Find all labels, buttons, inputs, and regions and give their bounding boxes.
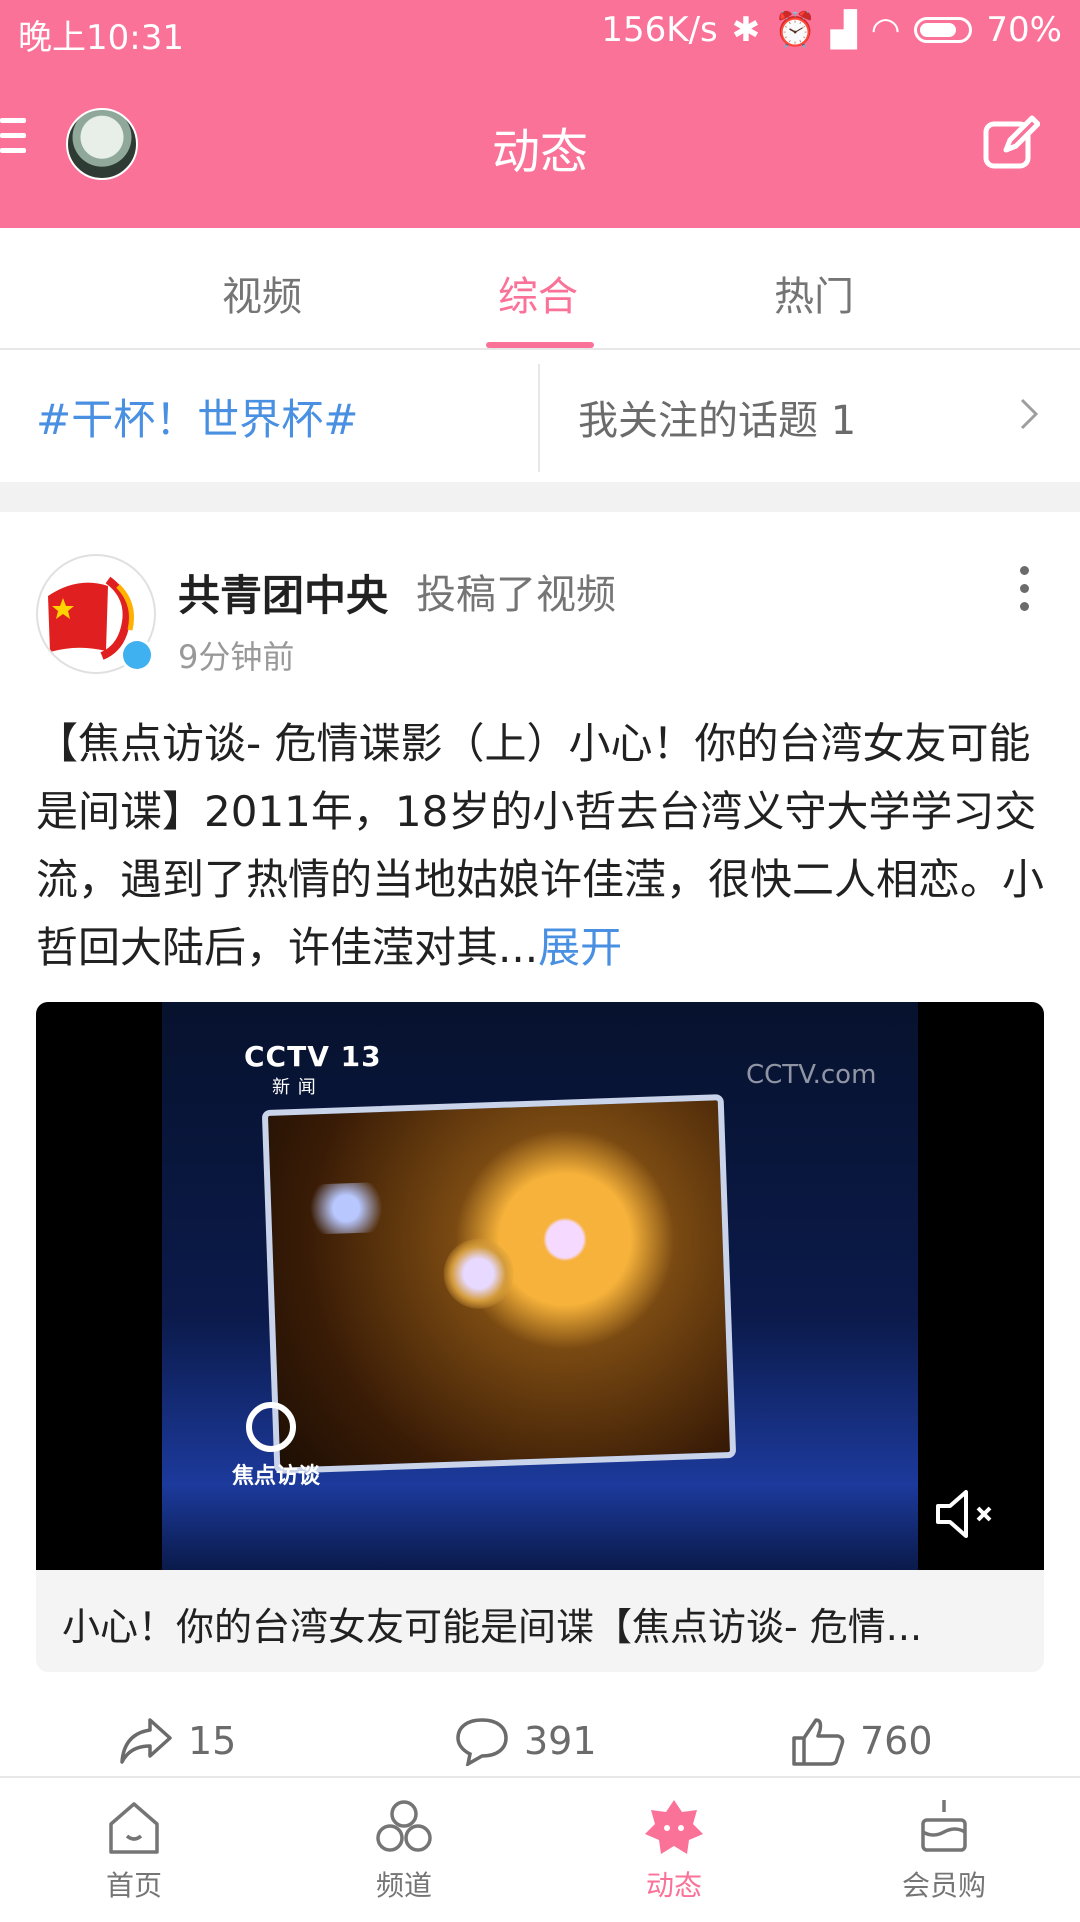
status-time: 晚上10:31	[18, 18, 184, 58]
comment-count: 391	[524, 1719, 597, 1763]
followed-topics-link[interactable]: 我关注的话题 1	[578, 388, 856, 446]
author-name[interactable]: 共青团中央	[178, 562, 388, 623]
page-title: 动态	[491, 124, 588, 180]
share-icon	[120, 1718, 172, 1764]
post-actions: 15 391 760	[0, 1716, 1080, 1776]
alarm-icon: ⏰	[774, 10, 817, 50]
verified-badge-icon	[120, 638, 154, 672]
video-title-bar[interactable]: 小心！你的台湾女友可能是间谍【焦点访谈- 危情...	[36, 1570, 1044, 1672]
expand-link[interactable]: 展开	[538, 923, 622, 972]
network-speed: 156K/s	[601, 10, 718, 50]
nav-dynamic-label: 动态	[645, 1869, 702, 1902]
nav-mall-label: 会员购	[901, 1869, 986, 1902]
app-header: 晚上10:31 156K/s ✱ ⏰ ▟ ◠ 70% 动态	[0, 0, 1080, 228]
tab-active-indicator	[486, 342, 594, 348]
battery-level: 70%	[986, 10, 1062, 50]
topic-divider	[538, 364, 540, 472]
home-icon	[109, 1802, 159, 1854]
signal-icon: ▟	[830, 10, 857, 50]
status-right: 156K/s ✱ ⏰ ▟ ◠ 70%	[601, 10, 1062, 50]
tab-video[interactable]: 视频	[222, 264, 302, 322]
chevron-right-icon[interactable]	[1014, 394, 1044, 434]
tab-hot[interactable]: 热门	[774, 264, 854, 322]
video-player[interactable]: CCTV 13 新 闻 CCTV.com 焦点访谈	[36, 1002, 1044, 1570]
comment-button[interactable]: 391	[454, 1716, 597, 1766]
channels-icon	[376, 1800, 432, 1852]
post-action: 投稿了视频	[416, 572, 616, 618]
thumbs-up-icon	[792, 1718, 845, 1766]
topic-row: #干杯！世界杯# 我关注的话题 1	[0, 350, 1080, 482]
cake-icon	[921, 1800, 967, 1852]
more-options-icon[interactable]	[1020, 566, 1030, 612]
bluetooth-icon: ✱	[731, 10, 761, 50]
post-body[interactable]: 【焦点访谈- 危情谍影（上）小心！你的台湾女友可能是间谍】2011年，18岁的小…	[36, 710, 1046, 982]
tab-bar: 视频 综合 热门	[0, 228, 1080, 350]
comment-icon	[456, 1718, 508, 1766]
edit-icon[interactable]	[982, 114, 1040, 172]
nav-home[interactable]: 首页	[54, 1796, 214, 1904]
share-count: 15	[188, 1719, 237, 1763]
like-button[interactable]: 760	[790, 1716, 933, 1766]
post-time: 9分钟前	[178, 638, 295, 676]
mute-icon[interactable]	[934, 1486, 1000, 1542]
program-logo: 焦点访谈	[232, 1402, 320, 1490]
nav-dynamic[interactable]: 动态	[594, 1796, 754, 1904]
nav-channels[interactable]: 频道	[324, 1796, 484, 1904]
bottom-nav: 首页 频道 动态 会员购	[0, 1776, 1080, 1922]
section-divider	[0, 482, 1080, 512]
cctv-watermark: CCTV.com	[746, 1060, 877, 1090]
nav-home-label: 首页	[105, 1869, 162, 1902]
battery-icon	[914, 17, 973, 43]
topic-tag-link[interactable]: #干杯！世界杯#	[36, 386, 358, 447]
wifi-icon: ◠	[870, 10, 901, 50]
nav-mall[interactable]: 会员购	[864, 1796, 1024, 1904]
cctv13-logo: CCTV 13 新 闻	[244, 1040, 382, 1098]
video-title: 小心！你的台湾女友可能是间谍【焦点访谈- 危情...	[62, 1605, 923, 1649]
status-bar: 晚上10:31 156K/s ✱ ⏰ ▟ ◠ 70%	[0, 0, 1080, 62]
video-picture	[261, 1094, 737, 1474]
nav-channels-label: 频道	[375, 1869, 432, 1902]
tab-general[interactable]: 综合	[498, 264, 578, 322]
like-count: 760	[860, 1719, 933, 1763]
dynamic-icon	[645, 1800, 703, 1854]
share-button[interactable]: 15	[118, 1716, 236, 1766]
